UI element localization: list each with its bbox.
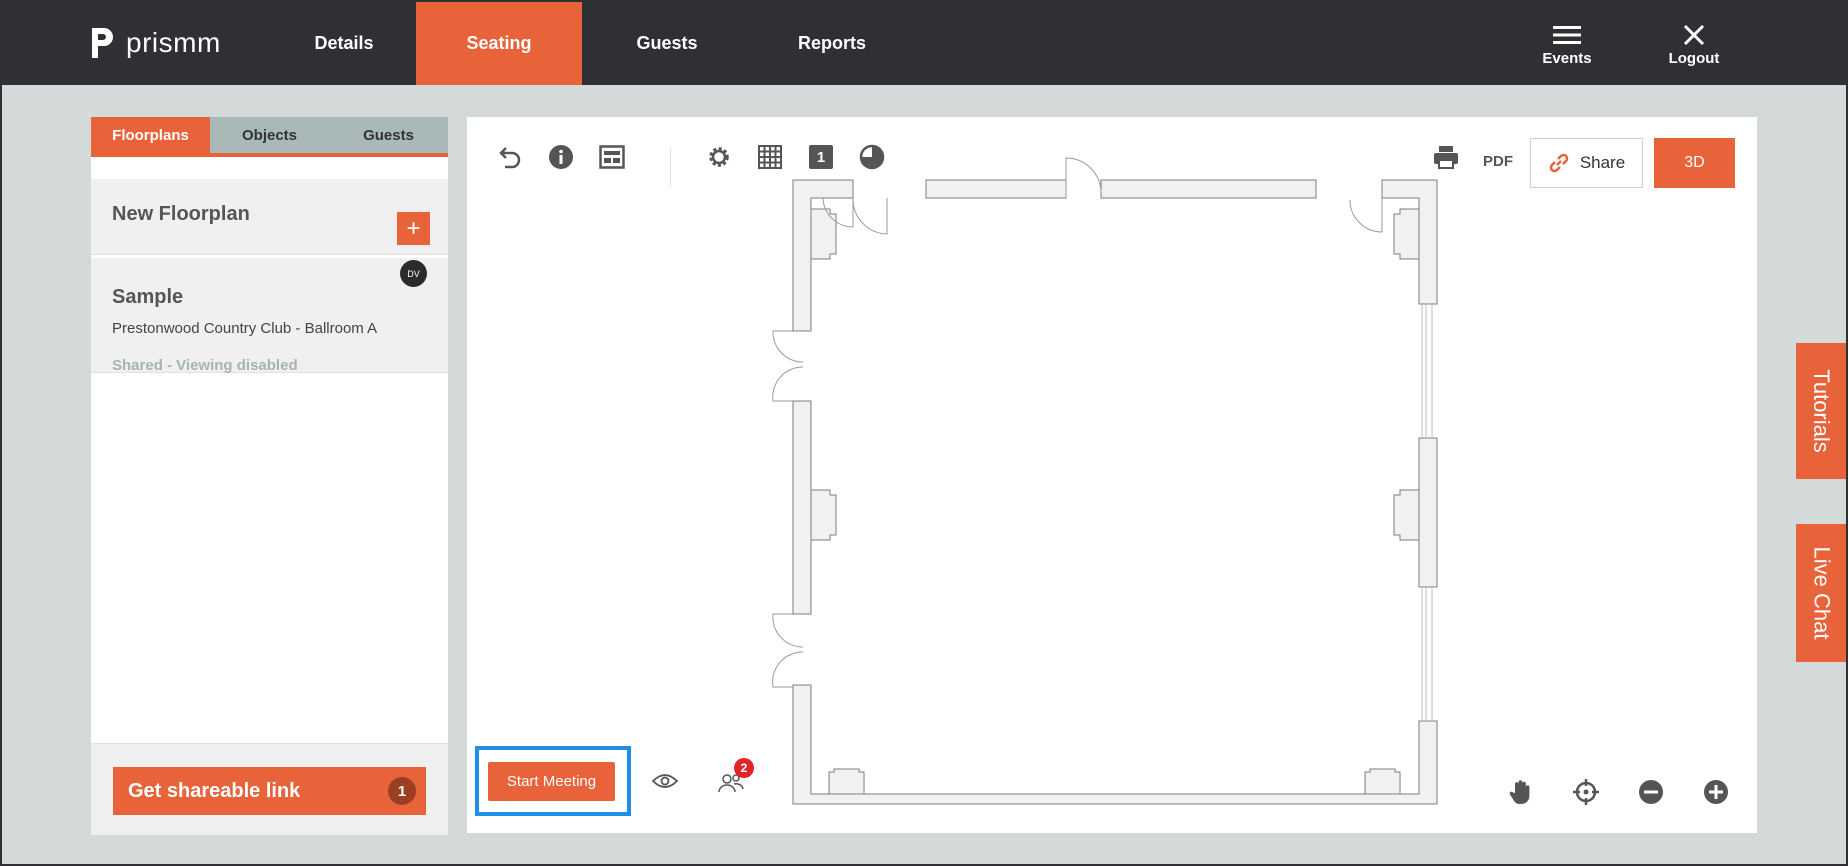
hamburger-menu-icon xyxy=(1553,20,1581,50)
participants-count-badge: 2 xyxy=(734,758,754,778)
info-icon[interactable] xyxy=(546,142,576,172)
undo-icon[interactable] xyxy=(495,142,525,172)
nav-tab-reports[interactable]: Reports xyxy=(762,2,902,85)
tutorials-side-tab[interactable]: Tutorials xyxy=(1796,343,1846,479)
panel-tabs: Floorplans Objects Guests xyxy=(91,117,448,153)
tab-objects[interactable]: Objects xyxy=(210,117,329,153)
3d-view-button[interactable]: 3D xyxy=(1654,138,1735,188)
floorplans-panel: Floorplans Objects Guests New Floorplan … xyxy=(91,117,448,835)
logo-text: prismm xyxy=(126,27,221,58)
tab-floorplans[interactable]: Floorplans xyxy=(91,117,210,153)
tab-guests[interactable]: Guests xyxy=(329,117,448,153)
recenter-target-icon[interactable] xyxy=(1571,777,1601,807)
nav-tab-label: Guests xyxy=(636,33,698,53)
toolbar-separator xyxy=(670,147,671,187)
get-shareable-link-button[interactable]: Get shareable link 1 xyxy=(113,767,426,815)
zoom-in-icon[interactable] xyxy=(1701,777,1731,807)
link-icon xyxy=(1549,153,1569,173)
pie-chart-icon[interactable] xyxy=(857,142,887,172)
shareable-link-count-badge: 1 xyxy=(388,777,416,805)
events-label: Events xyxy=(1542,50,1592,67)
settings-gear-icon[interactable] xyxy=(704,142,734,172)
floorplan-canvas[interactable]: 1 PDF Share 3D Start Meeting 2 xyxy=(467,117,1757,833)
eye-view-icon[interactable] xyxy=(650,766,680,796)
ballroom-floorplan-drawing[interactable] xyxy=(467,117,1757,833)
layer-number-label: 1 xyxy=(809,145,833,169)
tab-underline xyxy=(91,153,448,157)
tutorials-label: Tutorials xyxy=(1809,369,1835,453)
panel-footer: Get shareable link 1 xyxy=(91,743,448,835)
live-chat-label: Live Chat xyxy=(1809,546,1835,640)
print-icon[interactable] xyxy=(1431,142,1461,172)
live-chat-side-tab[interactable]: Live Chat xyxy=(1796,524,1846,662)
floorplan-share-status: Shared - Viewing disabled xyxy=(112,357,298,374)
pdf-export-button[interactable]: PDF xyxy=(1483,153,1513,170)
nav-tab-guests[interactable]: Guests xyxy=(597,2,737,85)
shareable-link-label: Get shareable link xyxy=(128,779,301,802)
logout-button[interactable]: Logout xyxy=(1639,2,1749,85)
nav-tab-label: Seating xyxy=(466,33,532,53)
floorplan-venue: Prestonwood Country Club - Ballroom A xyxy=(112,320,378,337)
start-meeting-button[interactable]: Start Meeting xyxy=(488,762,615,801)
layout-icon[interactable] xyxy=(597,142,627,172)
share-label: Share xyxy=(1579,153,1626,172)
nav-tab-details[interactable]: Details xyxy=(274,2,414,85)
prismm-logo-icon xyxy=(92,28,113,58)
close-icon xyxy=(1683,20,1705,50)
hand-pan-icon[interactable] xyxy=(1505,777,1535,807)
add-floorplan-button[interactable]: + xyxy=(397,212,430,245)
nav-tab-label: Reports xyxy=(797,33,866,53)
owner-avatar[interactable]: DV xyxy=(400,260,427,287)
logout-label: Logout xyxy=(1668,50,1720,67)
zoom-out-icon[interactable] xyxy=(1636,777,1666,807)
share-button[interactable]: Share xyxy=(1530,138,1643,188)
nav-tab-seating[interactable]: Seating xyxy=(416,2,582,85)
top-navigation-bar: prismm Details Seating Guests Reports Ev… xyxy=(2,2,1846,85)
nav-tab-label: Details xyxy=(314,33,374,53)
floorplan-title: Sample xyxy=(112,286,184,308)
floorplan-list-item[interactable]: Sample Prestonwood Country Club - Ballro… xyxy=(91,258,448,374)
grid-icon[interactable] xyxy=(755,142,785,172)
layer-number-icon[interactable]: 1 xyxy=(806,142,836,172)
events-menu-button[interactable]: Events xyxy=(1512,2,1622,85)
prismm-logo[interactable]: prismm xyxy=(90,26,221,60)
new-floorplan-label: New Floorplan xyxy=(112,203,250,225)
new-floorplan-row: New Floorplan xyxy=(91,179,448,255)
